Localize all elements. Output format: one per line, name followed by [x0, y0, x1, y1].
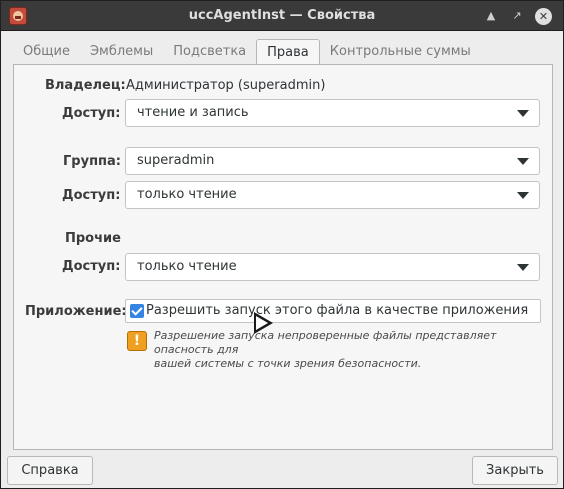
chevron-down-icon: [517, 110, 529, 117]
close-button[interactable]: Закрыть: [472, 456, 558, 485]
owner-access-label: Доступ:: [62, 106, 121, 121]
group-access-label: Доступ:: [62, 188, 121, 203]
warning-text: Разрешение запуска непроверенные файлы п…: [154, 329, 544, 371]
others-label: Прочие: [65, 231, 121, 246]
chevron-down-icon: [517, 192, 529, 199]
owner-access-value: чтение и запись: [137, 105, 249, 120]
window-title: uccAgentInst — Свойства: [188, 8, 376, 23]
execute-checkbox[interactable]: [130, 304, 144, 318]
chevron-down-icon: [517, 158, 529, 165]
group-select[interactable]: superadmin: [125, 147, 540, 175]
properties-window: uccAgentInst — Свойства ▲ ↗ ✕ Общие Эмбл…: [0, 0, 564, 489]
tab-permissions[interactable]: Права: [256, 39, 320, 66]
owner-access-select[interactable]: чтение и запись: [125, 99, 540, 127]
execute-checkbox-row[interactable]: Разрешить запуск этого файла в качестве …: [125, 299, 541, 323]
help-button[interactable]: Справка: [7, 456, 93, 485]
owner-label: Владелец:: [45, 78, 126, 93]
others-access-select[interactable]: только чтение: [125, 253, 540, 281]
chevron-down-icon: [517, 264, 529, 271]
warning-text-line2: вашей системы с точки зрения безопасност…: [154, 357, 422, 370]
owner-value: Администратор (superadmin): [126, 78, 326, 93]
group-access-select[interactable]: только чтение: [125, 181, 540, 209]
tab-bar: Общие Эмблемы Подсветка Права Контрольны…: [13, 39, 481, 66]
execute-checkbox-label[interactable]: Разрешить запуск этого файла в качестве …: [146, 303, 528, 318]
tab-checksums[interactable]: Контрольные суммы: [320, 39, 481, 65]
mouse-cursor-icon: [254, 312, 273, 334]
warning-text-line1: Разрешение запуска непроверенные файлы п…: [154, 329, 497, 356]
close-icon[interactable]: ✕: [535, 8, 552, 25]
minimize-icon[interactable]: ▲: [483, 8, 499, 24]
tab-emblems[interactable]: Эмблемы: [80, 39, 163, 65]
application-label: Приложение:: [25, 304, 127, 319]
group-value: superadmin: [137, 153, 215, 168]
tab-highlight[interactable]: Подсветка: [163, 39, 256, 65]
title-bar[interactable]: uccAgentInst — Свойства ▲ ↗ ✕: [1, 1, 563, 31]
group-access-value: только чтение: [137, 187, 237, 202]
tab-general[interactable]: Общие: [13, 39, 80, 65]
group-label: Группа:: [63, 154, 121, 169]
warning-icon: [127, 331, 147, 351]
maximize-icon[interactable]: ↗: [509, 8, 525, 24]
others-access-value: только чтение: [137, 259, 237, 274]
others-access-label: Доступ:: [62, 259, 121, 274]
